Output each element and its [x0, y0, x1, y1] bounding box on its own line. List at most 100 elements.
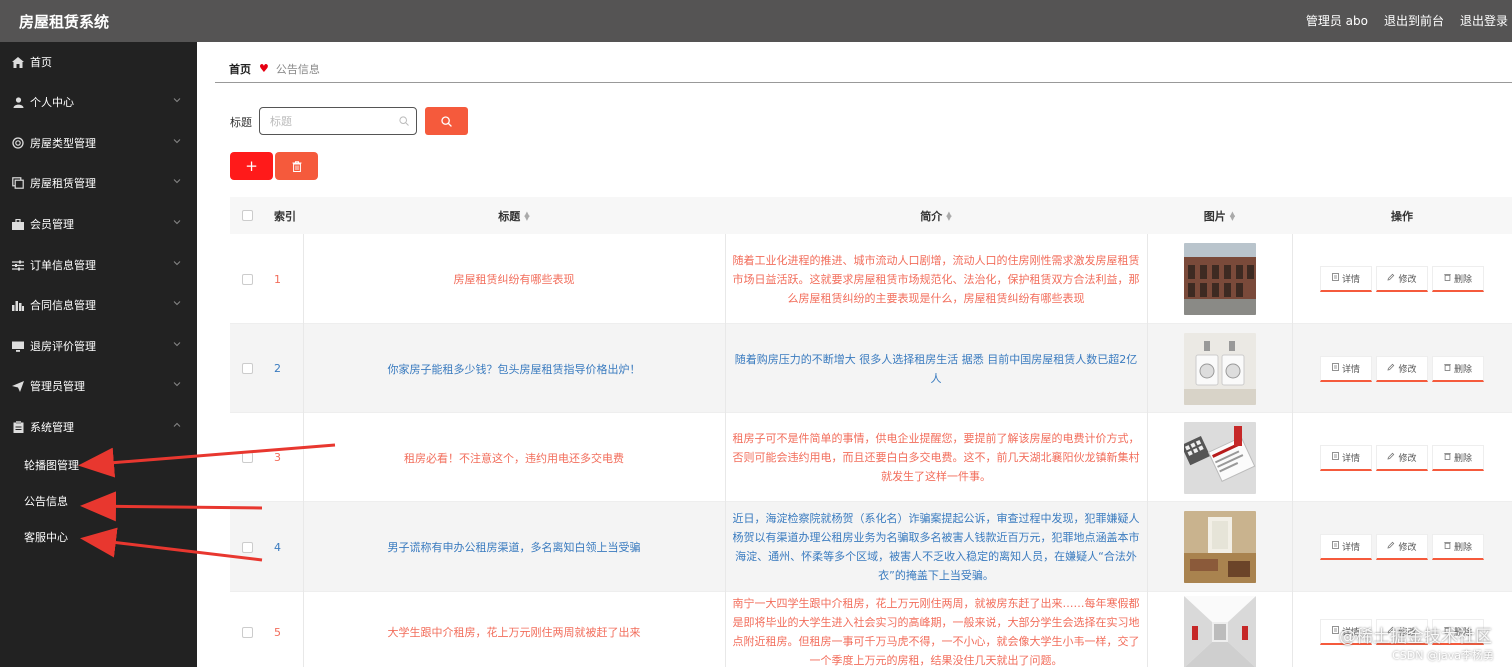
- row-thumbnail[interactable]: [1183, 511, 1256, 583]
- delete-label: 删除: [1453, 453, 1472, 464]
- chevron-up-icon: [173, 422, 181, 427]
- edit-button[interactable]: 修改: [1376, 534, 1428, 560]
- delete-button[interactable]: 删除: [1432, 355, 1484, 382]
- sidebar-item-label: 首页: [30, 56, 52, 69]
- edit-button[interactable]: 修改: [1376, 355, 1428, 382]
- sidebar-item-label: 合同信息管理: [30, 299, 96, 312]
- delete-label: 删除: [1453, 275, 1472, 285]
- sidebar-item-contract[interactable]: 合同信息管理: [0, 285, 197, 325]
- edit-button[interactable]: 修改: [1376, 266, 1428, 292]
- edit-icon: [1387, 452, 1395, 463]
- row-thumbnail[interactable]: [1183, 332, 1256, 405]
- batch-delete-button[interactable]: [275, 152, 318, 180]
- select-all-cell: [230, 197, 265, 234]
- sidebar-item-home[interactable]: 首页: [0, 42, 197, 82]
- edit-icon: [1387, 541, 1395, 552]
- trash-icon: [1444, 541, 1451, 552]
- sidebar-subitem-notice[interactable]: 公告信息: [24, 487, 68, 515]
- clipboard-icon: [11, 420, 25, 434]
- add-button[interactable]: +: [230, 152, 273, 180]
- detail-button[interactable]: 详情: [1320, 355, 1372, 382]
- admin-name: 管理员 abo: [1305, 14, 1368, 28]
- watermark-csdn: CSDN @java李杨勇: [1392, 649, 1494, 662]
- sidebar-subitem-carousel[interactable]: 轮播图管理: [24, 451, 79, 479]
- sidebar-item-checkout-review[interactable]: 退房评价管理: [0, 326, 197, 366]
- delete-button[interactable]: 删除: [1432, 534, 1484, 560]
- row-thumbnail[interactable]: [1183, 596, 1256, 667]
- row-image-cell: [1147, 234, 1292, 324]
- header-image[interactable]: 图片 ▲ ▼: [1147, 197, 1292, 234]
- sidebar-item-label: 会员管理: [30, 218, 74, 231]
- edit-label: 修改: [1398, 453, 1417, 464]
- row-desc: 随着购房压力的不断增大 很多人选择租房生活 据悉 目前中国房屋租赁人数已超2亿人: [734, 352, 1138, 385]
- search-label: 标题: [230, 116, 252, 129]
- globe-icon: [11, 136, 25, 150]
- edit-label: 修改: [1398, 275, 1417, 285]
- row-image-cell: [1147, 502, 1292, 592]
- row-title: 男子谎称有申办公租房渠道，多名离知白领上当受骗: [387, 541, 641, 554]
- header-image-label: 图片: [1203, 209, 1226, 223]
- row-image-cell: [1147, 592, 1292, 667]
- sidebar: 首页 个人中心 房屋类型管理 房屋租赁管理 会员管理 订单信息管理 合同信息管理…: [0, 42, 197, 667]
- search-field: [259, 107, 417, 135]
- header-ops: 操作: [1391, 209, 1413, 223]
- sidebar-subitem-customer-service[interactable]: 客服中心: [24, 523, 68, 551]
- row-thumbnail[interactable]: [1183, 243, 1256, 315]
- home-icon: [11, 55, 25, 69]
- breadcrumb-home[interactable]: 首页: [229, 61, 251, 77]
- row-actions: 详情 修改 删除: [1292, 502, 1512, 592]
- header-desc-label: 简介: [920, 209, 943, 223]
- chevron-down-icon: [173, 98, 181, 103]
- sidebar-item-label: 订单信息管理: [30, 259, 96, 272]
- sidebar-item-member[interactable]: 会员管理: [0, 204, 197, 244]
- sidebar-item-house-type[interactable]: 房屋类型管理: [0, 123, 197, 163]
- search-icon: [441, 115, 452, 127]
- send-icon: [11, 379, 25, 393]
- sidebar-item-order[interactable]: 订单信息管理: [0, 245, 197, 285]
- sidebar-item-profile[interactable]: 个人中心: [0, 82, 197, 122]
- document-icon: [1332, 626, 1339, 637]
- chevron-down-icon: [173, 220, 181, 225]
- delete-button[interactable]: 删除: [1432, 266, 1484, 292]
- trash-icon: [1444, 452, 1451, 463]
- chevron-down-icon: [173, 301, 181, 306]
- row-image-cell: [1147, 324, 1292, 413]
- row-title: 大学生跟中介租房，花上万元刚住两周就被赶了出来: [387, 626, 641, 639]
- detail-button[interactable]: 详情: [1320, 444, 1372, 471]
- header-desc[interactable]: 简介 ▲ ▼: [725, 197, 1147, 234]
- chevron-down-icon: [173, 261, 181, 266]
- sidebar-item-label: 退房评价管理: [30, 340, 96, 353]
- table-row: 4 男子谎称有申办公租房渠道，多名离知白领上当受骗 近日，海淀检察院就杨贺（系化名）…: [230, 502, 1512, 592]
- sidebar-item-label: 系统管理: [30, 421, 74, 434]
- logout-link[interactable]: 退出登录: [1460, 12, 1508, 29]
- sidebar-item-label: 房屋类型管理: [30, 137, 96, 150]
- detail-button[interactable]: 详情: [1320, 534, 1372, 560]
- table-header: 索引 标题 ▲ ▼ 简介 ▲ ▼ 图片 ▲ ▼ 操作: [230, 197, 1512, 234]
- row-desc: 南宁一大四学生跟中介租房，花上万元刚住两周，就被房东赶了出来……每年寒假都是即将…: [732, 597, 1140, 667]
- select-all-checkbox[interactable]: [242, 210, 253, 221]
- trash-icon: [292, 160, 301, 172]
- trash-icon: [1444, 363, 1451, 374]
- edit-button[interactable]: 修改: [1376, 444, 1428, 471]
- trash-icon: [1444, 273, 1451, 284]
- search-input[interactable]: [270, 108, 390, 134]
- row-thumbnail[interactable]: [1183, 421, 1256, 494]
- back-to-front-link[interactable]: 退出到前台: [1384, 12, 1444, 29]
- row-title: 房屋租赁纠纷有哪些表现: [453, 273, 575, 286]
- detail-button[interactable]: 详情: [1320, 266, 1372, 292]
- search-button[interactable]: [425, 107, 468, 135]
- search-icon: [399, 116, 409, 126]
- sidebar-item-system[interactable]: 系统管理: [0, 407, 197, 447]
- header-title[interactable]: 标题 ▲ ▼: [303, 197, 725, 234]
- document-icon: [1332, 541, 1339, 552]
- sidebar-item-label: 房屋租赁管理: [30, 177, 96, 190]
- sidebar-item-house-rental[interactable]: 房屋租赁管理: [0, 163, 197, 203]
- sidebar-item-admin[interactable]: 管理员管理: [0, 366, 197, 406]
- delete-button[interactable]: 删除: [1432, 444, 1484, 471]
- row-index: 4: [274, 540, 281, 554]
- header-actions: 管理员 abo 退出到前台 退出登录: [1306, 12, 1512, 29]
- bar-chart-icon: [11, 298, 25, 312]
- sort-icon: ▲ ▼: [1229, 209, 1236, 222]
- chevron-down-icon: [173, 342, 181, 347]
- delete-label: 删除: [1453, 364, 1472, 375]
